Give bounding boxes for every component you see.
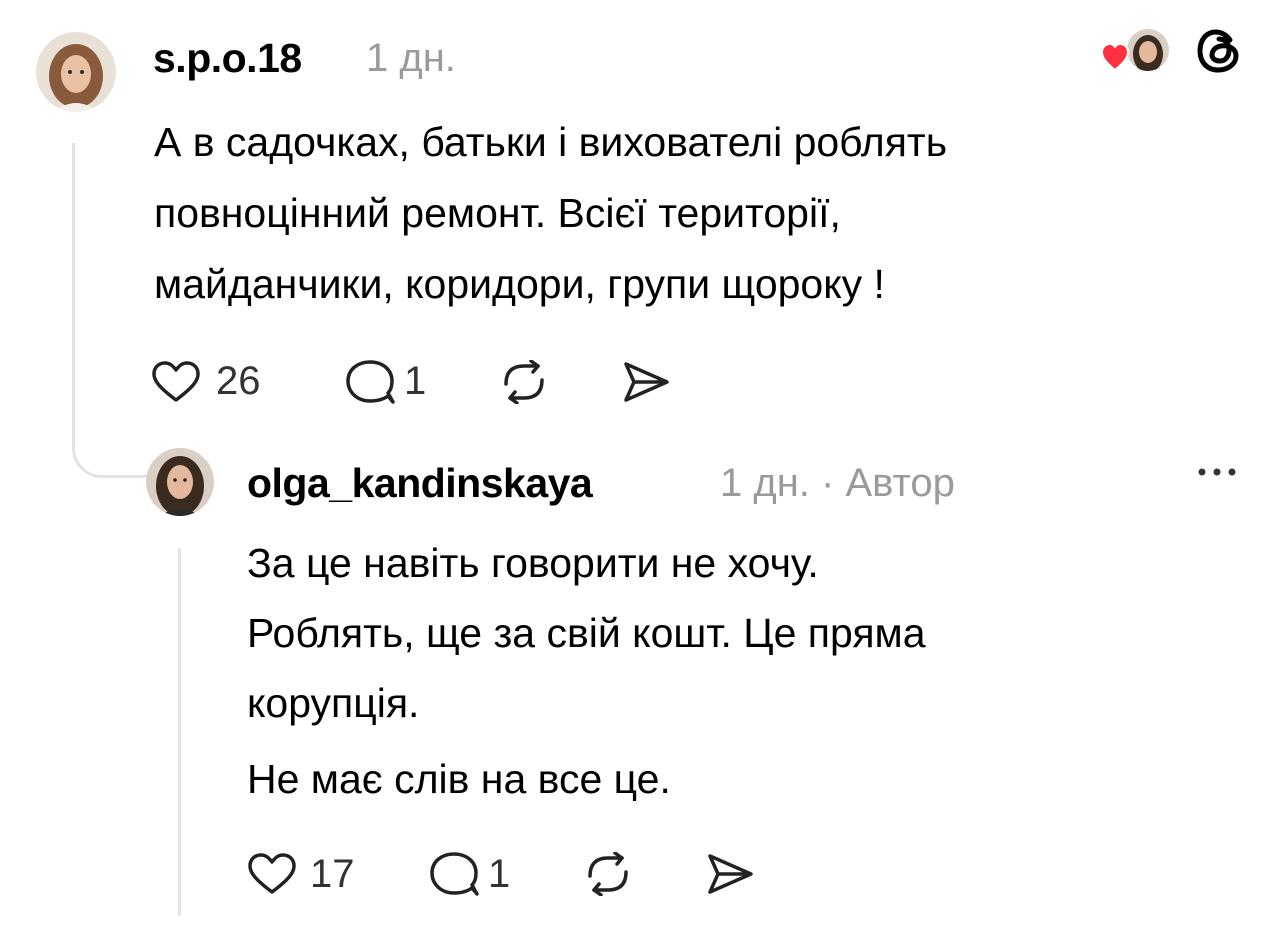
liked-by-author-avatar[interactable] [1100,28,1172,76]
thread-connector-line [72,143,150,478]
threads-logo-icon[interactable] [1194,26,1244,76]
post-text-line: повноцінний ремонт. Всієї території, [154,190,841,236]
like-count: 17 [310,852,355,896]
post-username[interactable]: s.p.o.18 [153,35,302,82]
repost-arrows-icon [504,360,544,404]
post-text-line: майданчики, коридори, групи щороку ! [154,261,885,307]
reply-text-line: За це навіть говорити не хочу. [247,540,819,586]
repost-arrows-icon [588,852,628,896]
share-button[interactable] [704,852,756,896]
like-button[interactable] [246,852,298,896]
like-count: 26 [216,359,261,403]
heart-outline-icon [152,361,200,402]
repost-button[interactable] [582,852,634,896]
reply-button[interactable] [344,359,396,405]
share-button[interactable] [620,360,672,404]
reply-text-line: Не має слів на все це. [247,756,671,802]
send-icon [708,854,753,894]
reply-text-line: Роблять, ще за свій кошт. Це пряма [247,610,926,656]
thread-connector-line [178,548,181,916]
avatar[interactable] [146,448,214,516]
reply-count: 1 [488,852,511,896]
ellipsis-icon [1198,468,1236,476]
reply-timestamp: 1 дн. [720,461,810,505]
post-timestamp: 1 дн. [366,36,456,80]
avatar[interactable] [36,32,116,112]
meta-separator: · [821,461,835,505]
post-text-line: А в садочках, батьки і вихователі роблят… [154,119,948,165]
red-heart-icon [1100,42,1130,72]
reply-button[interactable] [428,851,480,897]
reply-count: 1 [404,359,427,403]
more-options-button[interactable] [1196,462,1242,482]
author-badge: Автор [845,461,955,505]
reply-username[interactable]: olga_kandinskaya [247,460,593,507]
repost-button[interactable] [498,360,550,404]
speech-bubble-icon [430,852,479,896]
send-icon [624,362,669,402]
speech-bubble-icon [346,360,395,404]
heart-outline-icon [248,853,296,894]
reply-text-line: корупція. [247,680,420,726]
like-button[interactable] [150,360,202,404]
